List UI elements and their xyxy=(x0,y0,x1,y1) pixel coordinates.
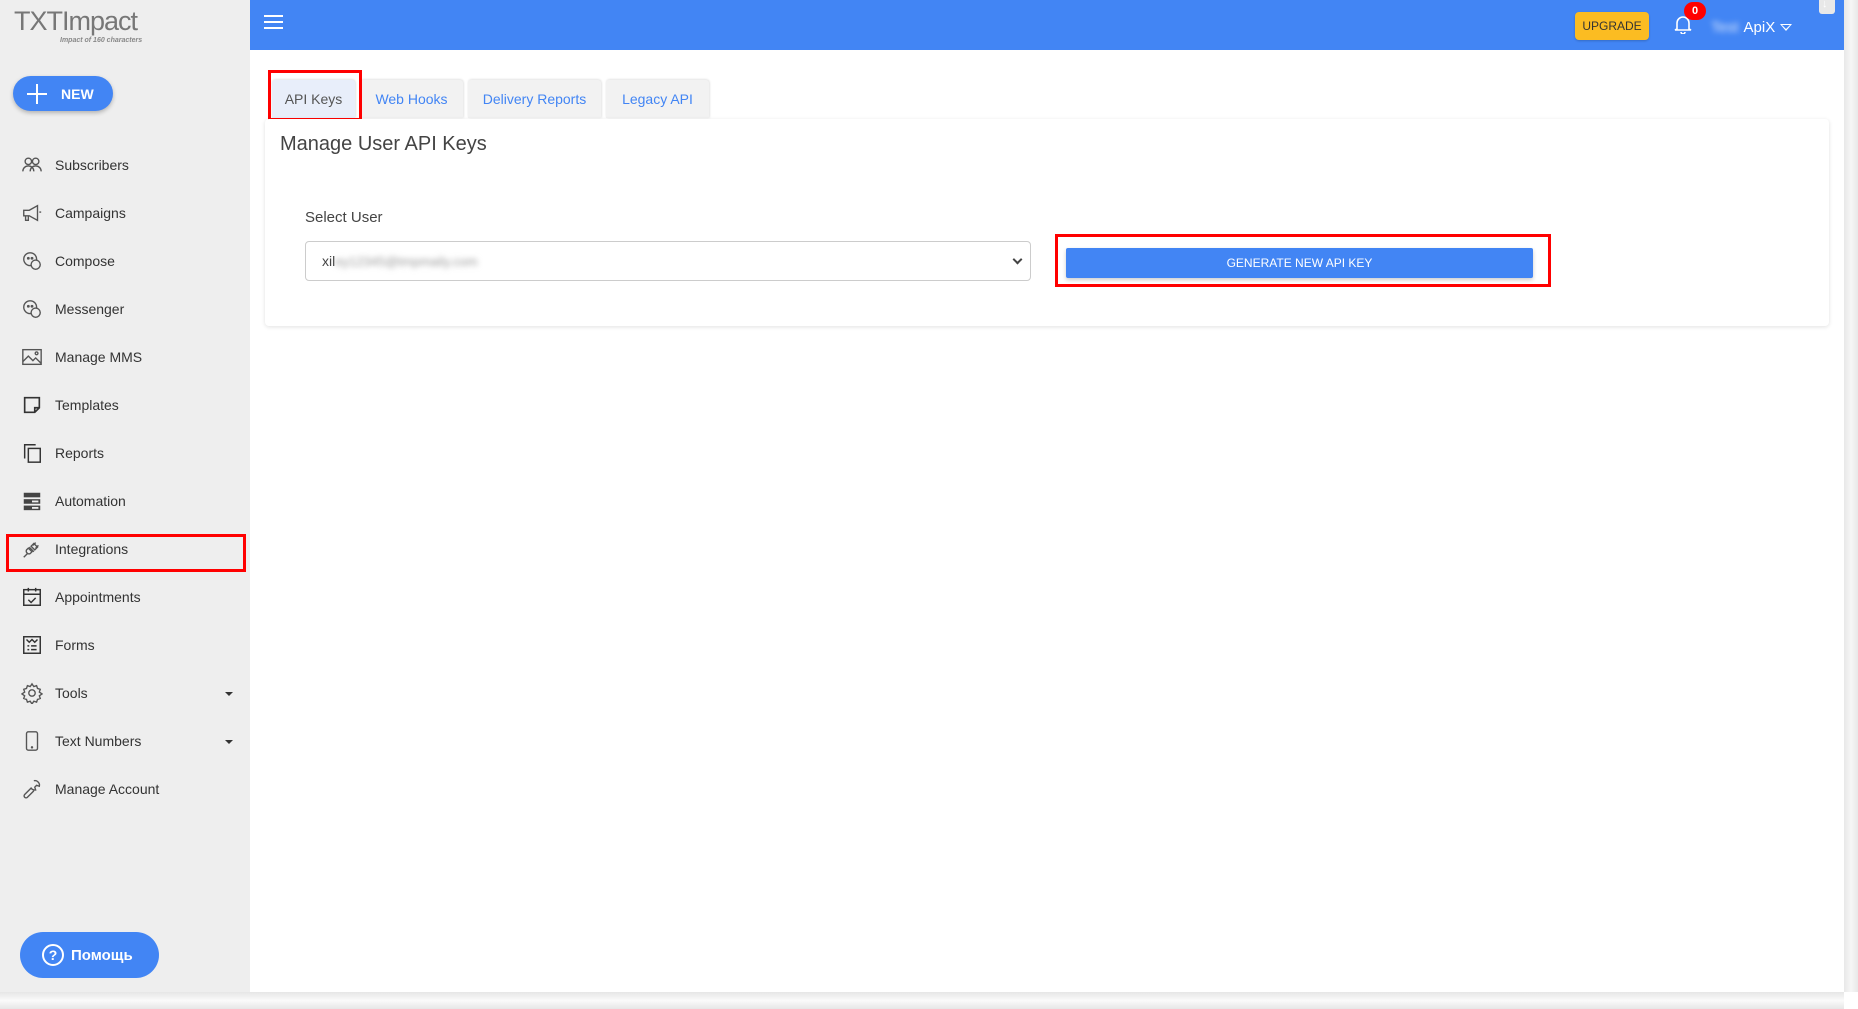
caret-down-icon xyxy=(225,692,233,696)
logo-tagline: Impact of 160 characters xyxy=(60,37,143,44)
users-icon xyxy=(21,154,43,176)
chat-bubbles-icon xyxy=(21,250,43,272)
phone-icon xyxy=(21,730,43,752)
integration-tabs: API Keys Web Hooks Delivery Reports Lega… xyxy=(272,80,714,118)
sidebar-item-label: Messenger xyxy=(55,301,125,317)
sidebar-item-label: Compose xyxy=(55,253,115,269)
plug-icon xyxy=(21,538,43,560)
copy-icon xyxy=(21,442,43,464)
vertical-scrollbar[interactable] xyxy=(1844,0,1858,992)
chat-bubbles-icon xyxy=(21,298,43,320)
sidebar: TXTImpact Impact of 160 characters NEW S… xyxy=(0,0,250,992)
sidebar-item-text-numbers[interactable]: Text Numbers xyxy=(0,717,250,765)
tab-web-hooks[interactable]: Web Hooks xyxy=(360,80,463,118)
horizontal-scrollbar[interactable] xyxy=(0,992,1844,1009)
sidebar-nav: Subscribers Campaigns Compose Messenger … xyxy=(0,141,250,813)
new-button[interactable]: NEW xyxy=(13,76,113,111)
sidebar-item-label: Automation xyxy=(55,493,126,509)
help-button-label: Помощь xyxy=(71,946,133,964)
hamburger-menu-icon[interactable] xyxy=(264,15,283,29)
logo-text: TXTImpact xyxy=(14,6,138,36)
sidebar-item-label: Subscribers xyxy=(55,157,129,173)
download-icon[interactable] xyxy=(1819,0,1835,14)
sidebar-item-automation[interactable]: Automation xyxy=(0,477,250,525)
new-button-label: NEW xyxy=(61,85,94,102)
sidebar-item-label: Tools xyxy=(55,685,88,701)
sidebar-item-campaigns[interactable]: Campaigns xyxy=(0,189,250,237)
sidebar-item-label: Templates xyxy=(55,397,119,413)
sidebar-item-label: Campaigns xyxy=(55,205,126,221)
sidebar-item-manage-mms[interactable]: Manage MMS xyxy=(0,333,250,381)
upgrade-button[interactable]: UPGRADE xyxy=(1575,12,1649,40)
sidebar-item-compose[interactable]: Compose xyxy=(0,237,250,285)
sidebar-item-label: Manage Account xyxy=(55,781,160,797)
server-icon xyxy=(21,490,43,512)
select-user-value: xil xyxy=(322,253,336,269)
sidebar-item-label: Reports xyxy=(55,445,105,461)
txtimpact-logo[interactable]: TXTImpact Impact of 160 characters xyxy=(14,4,144,48)
sidebar-item-tools[interactable]: Tools xyxy=(0,669,250,717)
sidebar-item-label: Appointments xyxy=(55,589,141,605)
notification-badge: 0 xyxy=(1684,2,1706,20)
tab-api-keys[interactable]: API Keys xyxy=(272,80,355,118)
help-button[interactable]: ? Помощь xyxy=(20,932,159,978)
top-header: UPGRADE 0 Test ApiX xyxy=(250,0,1844,50)
sidebar-item-forms[interactable]: Forms xyxy=(0,621,250,669)
generate-api-key-button[interactable]: GENERATE NEW API KEY xyxy=(1066,248,1533,278)
select-user-label: Select User xyxy=(305,209,383,226)
select-user-value-blurred: ey12345@tmpmaily.com xyxy=(335,253,478,269)
user-name-blurred: Test xyxy=(1711,18,1739,36)
chevron-down-icon xyxy=(1012,254,1023,265)
api-keys-card: Manage User API Keys Select User xil ey1… xyxy=(265,119,1829,326)
megaphone-icon xyxy=(21,202,43,224)
sidebar-item-integrations[interactable]: Integrations xyxy=(0,525,250,573)
sidebar-item-label: Integrations xyxy=(55,541,129,557)
image-icon xyxy=(21,346,43,368)
tab-legacy-api[interactable]: Legacy API xyxy=(606,80,709,118)
dropdown-triangle-icon xyxy=(1780,23,1793,31)
question-circle-icon: ? xyxy=(42,944,64,966)
sidebar-item-templates[interactable]: Templates xyxy=(0,381,250,429)
gear-icon xyxy=(21,682,43,704)
plus-icon xyxy=(27,83,47,104)
form-icon xyxy=(21,634,43,656)
sidebar-item-label: Manage MMS xyxy=(55,349,143,365)
sidebar-item-messenger[interactable]: Messenger xyxy=(0,285,250,333)
calendar-check-icon xyxy=(21,586,43,608)
sidebar-item-label: Text Numbers xyxy=(55,733,142,749)
sidebar-item-label: Forms xyxy=(55,637,95,653)
tab-delivery-reports[interactable]: Delivery Reports xyxy=(468,80,601,118)
sidebar-item-subscribers[interactable]: Subscribers xyxy=(0,141,250,189)
caret-down-icon xyxy=(225,740,233,744)
select-user-dropdown[interactable]: xil ey12345@tmpmaily.com xyxy=(305,241,1031,281)
user-menu[interactable]: Test ApiX xyxy=(1711,17,1793,37)
page-title: Manage User API Keys xyxy=(280,133,487,155)
sidebar-item-reports[interactable]: Reports xyxy=(0,429,250,477)
note-icon xyxy=(21,394,43,416)
wrench-icon xyxy=(21,778,43,800)
sidebar-item-appointments[interactable]: Appointments xyxy=(0,573,250,621)
sidebar-item-manage-account[interactable]: Manage Account xyxy=(0,765,250,813)
user-name: ApiX xyxy=(1743,18,1776,36)
